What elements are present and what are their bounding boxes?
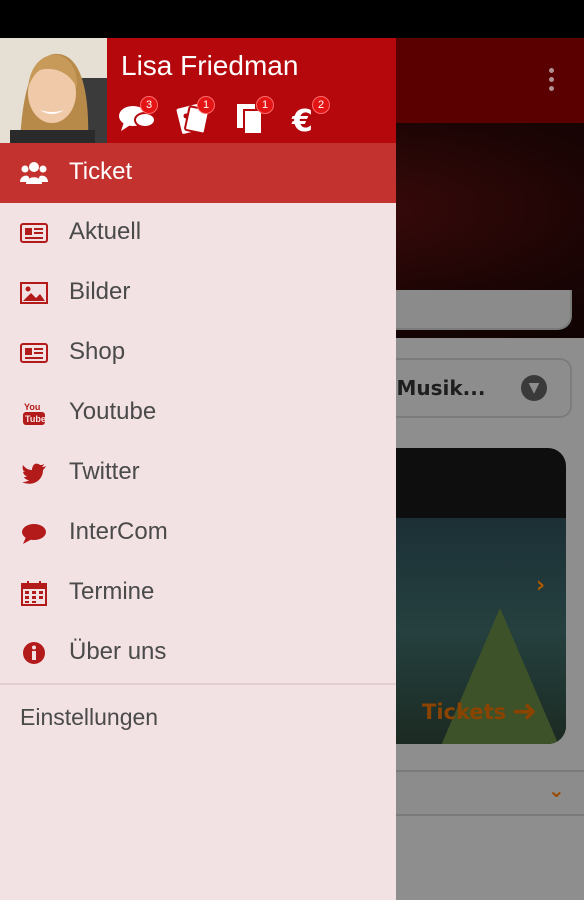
menu-item-termine[interactable]: Termine — [0, 563, 396, 623]
menu-item-intercom[interactable]: InterCom — [0, 503, 396, 563]
menu-item-label: Ticket — [69, 158, 133, 185]
menu-item-label: InterCom — [69, 518, 168, 545]
tickets-badge: 1 — [197, 96, 215, 114]
menu-item-aktuell[interactable]: Aktuell — [0, 203, 396, 263]
menu-item-ticket[interactable]: Ticket — [0, 143, 396, 203]
menu-item-ueber-uns[interactable]: Über uns — [0, 623, 396, 683]
chevron-down-icon: ⌄ — [548, 778, 565, 802]
chevron-down-icon: ▼ — [521, 375, 547, 401]
arrow-right-icon: ➜ — [512, 694, 538, 729]
messages-button[interactable]: 3 — [118, 96, 158, 136]
calendar-icon — [21, 581, 47, 606]
menu-item-label: Aktuell — [69, 218, 142, 245]
navigation-drawer: Lisa Friedman 3 1 1 € 2 Ticket Aktuell B… — [0, 38, 396, 900]
menu-item-shop[interactable]: Shop — [0, 323, 396, 383]
menu-item-label: Termine — [69, 578, 155, 605]
info-icon — [23, 642, 45, 664]
settings-item[interactable]: Einstellungen — [20, 704, 158, 731]
image-icon — [20, 282, 48, 304]
tickets-link[interactable]: Tickets — [422, 700, 506, 724]
menu-item-label: Twitter — [69, 458, 140, 485]
menu-item-bilder[interactable]: Bilder — [0, 263, 396, 323]
twitter-icon — [22, 463, 46, 484]
payments-button[interactable]: € 2 — [290, 96, 330, 136]
documents-button[interactable]: 1 — [234, 96, 274, 136]
chevron-right-icon[interactable]: › — [536, 573, 545, 598]
chat-bubble-icon — [22, 524, 46, 544]
payments-badge: 2 — [312, 96, 330, 114]
svg-text:€: € — [291, 104, 313, 136]
overflow-menu-icon[interactable] — [544, 68, 558, 98]
documents-badge: 1 — [256, 96, 274, 114]
drawer-header: Lisa Friedman 3 1 1 € 2 — [0, 38, 396, 143]
svg-text:Tube: Tube — [25, 414, 46, 424]
user-name: Lisa Friedman — [121, 50, 299, 81]
group-icon — [20, 162, 48, 184]
newspaper-icon — [20, 343, 48, 363]
status-bar — [0, 0, 584, 38]
newspaper-icon — [20, 223, 48, 243]
tickets-button[interactable]: 1 — [175, 96, 215, 136]
menu-item-label: Shop — [69, 338, 126, 365]
menu-item-twitter[interactable]: Twitter — [0, 443, 396, 503]
messages-badge: 3 — [140, 96, 158, 114]
menu-item-label: Über uns — [69, 638, 167, 665]
drawer-menu: Ticket Aktuell Bilder Shop You Tube Yout… — [0, 143, 396, 683]
menu-divider — [0, 683, 396, 685]
svg-text:You: You — [24, 402, 40, 412]
avatar[interactable] — [0, 38, 107, 143]
menu-item-label: Bilder — [69, 278, 131, 305]
youtube-icon: You Tube — [23, 402, 46, 425]
menu-item-label: Youtube — [69, 398, 157, 425]
menu-item-youtube[interactable]: You Tube Youtube — [0, 383, 396, 443]
